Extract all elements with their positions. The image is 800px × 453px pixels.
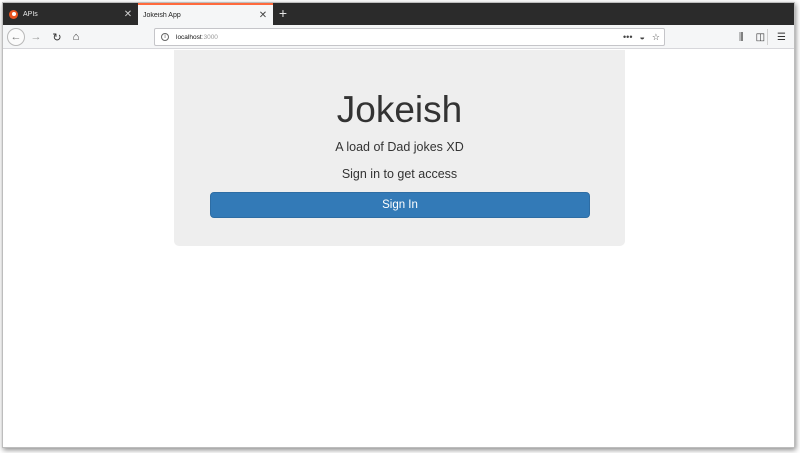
tab-jokeish-app[interactable]: Jokeish App ✕ xyxy=(138,3,273,25)
tagline: A load of Dad jokes XD xyxy=(335,140,464,154)
access-text: Sign in to get access xyxy=(341,167,458,181)
url-host: localhost xyxy=(176,33,202,41)
tab-title: Jokeish App xyxy=(143,11,181,19)
toolbar-divider xyxy=(767,29,768,45)
tab-strip: APIs ✕ Jokeish App ✕ + xyxy=(3,3,794,25)
url-actions: ••• ◒ ☆ xyxy=(616,29,660,45)
browser-window: APIs ✕ Jokeish App ✕ + ← → ↻ ⌂ i localho… xyxy=(2,2,795,448)
star-icon[interactable]: ☆ xyxy=(652,32,660,43)
page-content: Jokeish A load of Dad jokes XD Sign in t… xyxy=(3,50,794,447)
forward-button[interactable]: → xyxy=(27,28,45,46)
more-dots-icon[interactable]: ••• xyxy=(623,32,632,42)
tab-apis[interactable]: APIs ✕ xyxy=(3,3,138,25)
new-tab-button[interactable]: + xyxy=(275,3,291,25)
hamburger-menu-icon[interactable]: ☰ xyxy=(777,32,786,43)
close-icon[interactable]: ✕ xyxy=(256,10,270,21)
arrow-left-icon: ← xyxy=(10,31,22,43)
library-icon[interactable]: ⫼ xyxy=(739,32,744,43)
navigation-bar: ← → ↻ ⌂ i localhost:3000 ••• ◒ ☆ ⫼ ◫ ☰ xyxy=(3,25,794,49)
reload-icon: ↻ xyxy=(52,31,62,44)
tab-title: APIs xyxy=(23,10,38,18)
sign-in-button[interactable]: Sign In xyxy=(210,192,590,218)
home-button[interactable]: ⌂ xyxy=(67,28,85,46)
toolbar-right: ⫼ ◫ ☰ xyxy=(727,28,786,46)
arrow-right-icon: → xyxy=(30,31,42,43)
pocket-icon[interactable]: ◒ xyxy=(639,32,644,42)
url-bar[interactable]: i localhost:3000 ••• ◒ ☆ xyxy=(154,28,665,46)
close-icon[interactable]: ✕ xyxy=(121,9,135,20)
back-button[interactable]: ← xyxy=(7,28,25,46)
sidebar-icon[interactable]: ◫ xyxy=(756,32,765,43)
page-title: Jokeish xyxy=(336,89,463,130)
jumbotron: Jokeish A load of Dad jokes XD Sign in t… xyxy=(174,50,625,246)
reload-button[interactable]: ↻ xyxy=(48,28,66,46)
info-icon[interactable]: i xyxy=(161,33,169,41)
home-icon: ⌂ xyxy=(72,31,80,43)
url-port: :3000 xyxy=(201,33,218,41)
ubuntu-favicon-icon xyxy=(9,9,18,19)
